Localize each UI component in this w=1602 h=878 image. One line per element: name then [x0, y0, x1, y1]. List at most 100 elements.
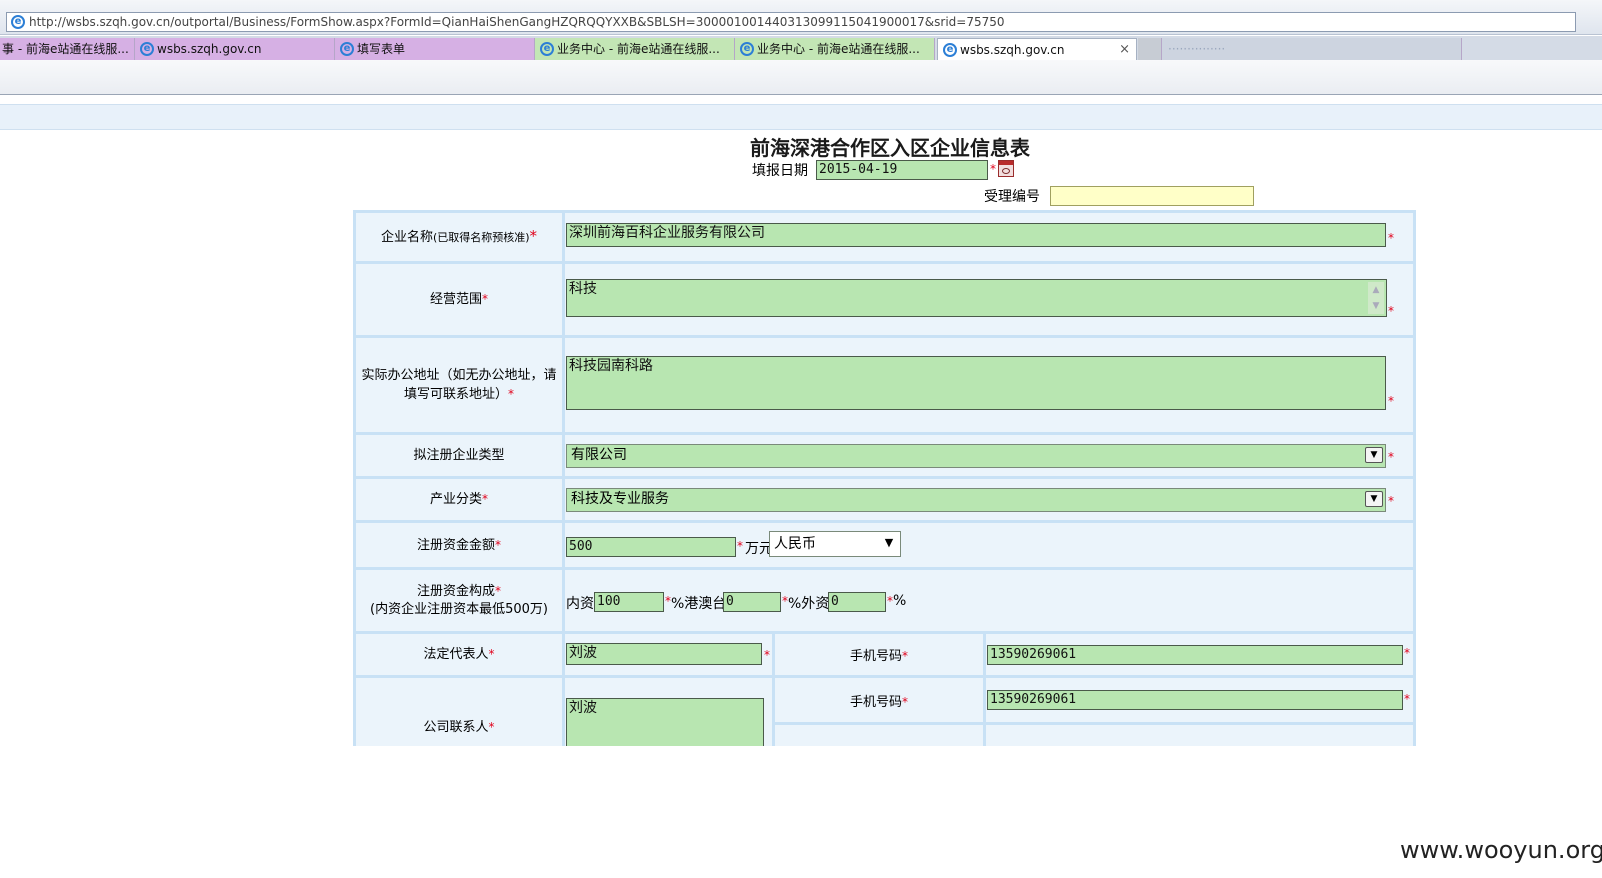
company-name-label: 企业名称 [380, 230, 433, 245]
tab-bar: 事 - 前海e站通在线服... e wsbs.szqh.gov.cn e 填写表… [0, 36, 1602, 60]
capital-value-cell: 500 * 万元 人民币 ▼ [562, 520, 1416, 570]
foreign-percent-input[interactable]: 0 [828, 592, 886, 612]
capital-structure-label-cell: 注册资金构成* (内资企业注册资本最低500万) [353, 567, 565, 634]
required-mark: * [1388, 450, 1394, 464]
row-company-type: 拟注册企业类型 有限公司 ▼ * [353, 432, 1416, 479]
tab-2[interactable]: e wsbs.szqh.gov.cn [135, 38, 335, 60]
tab-label: wsbs.szqh.gov.cn [960, 43, 1065, 57]
required-mark: * [488, 647, 495, 661]
domestic-percent-input[interactable]: 100 [594, 592, 664, 612]
legal-rep-label: 法定代表人 [423, 647, 489, 662]
row-legal-rep: 法定代表人* 刘波 * 手机号码* 13590269061 * [353, 631, 1416, 678]
required-mark: * [488, 720, 495, 734]
domestic-label: 内资 [566, 596, 594, 612]
industry-value-cell: 科技及专业服务 ▼ * [562, 476, 1416, 523]
contact-label: 公司联系人 [423, 720, 489, 735]
fill-date-input[interactable]: 2015-04-19 [816, 160, 988, 180]
row-capital-structure: 注册资金构成* (内资企业注册资本最低500万) 内资 100 * %港澳台 0… [353, 567, 1416, 634]
chevron-down-icon[interactable]: ▼ [1365, 447, 1383, 463]
phone-label: 手机号码 [849, 649, 902, 664]
calendar-icon[interactable] [998, 160, 1014, 177]
watermark-text: www.wooyun.org [1400, 836, 1602, 864]
required-mark: * [1388, 494, 1394, 508]
required-mark: * [737, 539, 743, 553]
business-scope-textarea[interactable]: 科技 ▲ ▼ [566, 279, 1387, 317]
legal-rep-phone-label-cell: 手机号码* [772, 631, 986, 678]
chevron-down-icon[interactable]: ▼ [1365, 491, 1383, 507]
row-office-address: 实际办公地址（如无办公地址，请填写可联系地址）* 科技园南科路 * [353, 335, 1416, 435]
capital-structure-value-cell: 内资 100 * %港澳台 0 * %外资 0 * % [562, 567, 1416, 634]
capital-label-cell: 注册资金金额* [353, 520, 565, 570]
scroll-arrows-icon[interactable]: ▲ ▼ [1368, 282, 1384, 314]
address-bar: e http://wsbs.szqh.gov.cn/outportal/Busi… [0, 0, 1602, 35]
contact-textarea[interactable]: 刘波 [566, 698, 764, 746]
office-address-value-cell: 科技园南科路 * [562, 335, 1416, 435]
tab-1[interactable]: 事 - 前海e站通在线服... [0, 38, 135, 60]
page-header-strip [0, 104, 1602, 130]
required-mark: * [508, 386, 514, 401]
tab-label: 业务中心 - 前海e站通在线服... [757, 42, 920, 56]
required-mark: * [1388, 304, 1394, 318]
required-mark: * [1404, 692, 1410, 706]
business-scope-text: 科技 [569, 281, 597, 297]
company-name-input[interactable]: 深圳前海百科企业服务有限公司 [566, 223, 1386, 247]
required-mark: * [482, 492, 488, 506]
url-input[interactable]: e http://wsbs.szqh.gov.cn/outportal/Busi… [6, 12, 1576, 32]
company-type-label-cell: 拟注册企业类型 [353, 432, 565, 479]
ie-tab-icon: e [943, 43, 957, 57]
hk-percent-input[interactable]: 0 [723, 592, 781, 612]
contact-value-cell: 刘波 [562, 675, 775, 746]
required-mark: * [495, 584, 501, 598]
industry-label-cell: 产业分类* [353, 476, 565, 523]
extra-label-cell [772, 722, 986, 746]
company-name-value-cell: 深圳前海百科企业服务有限公司 * [562, 210, 1416, 264]
form-title: 前海深港合作区入区企业信息表 [750, 136, 1030, 160]
legal-rep-phone-value-cell: 13590269061 * [983, 631, 1416, 678]
accept-no-label: 受理编号 [984, 189, 1040, 205]
tab-label: wsbs.szqh.gov.cn [157, 42, 262, 56]
tab-5[interactable]: e 业务中心 - 前海e站通在线服... [735, 38, 935, 60]
industry-selected: 科技及专业服务 [571, 491, 669, 507]
required-mark: * [1388, 394, 1394, 408]
office-address-textarea[interactable]: 科技园南科路 [566, 356, 1386, 410]
chevron-down-icon[interactable]: ▼ [880, 536, 898, 552]
row-company-name: 企业名称(已取得名称预核准)* 深圳前海百科企业服务有限公司 * [353, 210, 1416, 264]
business-scope-label-cell: 经营范围* [353, 261, 565, 338]
company-name-label-cell: 企业名称(已取得名称预核准)* [353, 210, 565, 264]
ie-page-icon: e [11, 15, 25, 29]
company-type-selected: 有限公司 [571, 447, 627, 463]
currency-select[interactable]: 人民币 ▼ [769, 531, 901, 557]
required-mark: * [529, 227, 538, 245]
capital-structure-label: 注册资金构成 [416, 584, 495, 599]
legal-rep-value-cell: 刘波 * [562, 631, 775, 678]
new-tab-button[interactable] [1138, 38, 1162, 60]
office-address-label: 实际办公地址（如无办公地址，请填写可联系地址） [361, 367, 557, 402]
close-tab-icon[interactable]: × [1119, 39, 1130, 60]
tab-label: 填写表单 [357, 42, 406, 56]
tab-label: 业务中心 - 前海e站通在线服... [557, 42, 720, 56]
row-business-scope: 经营范围* 科技 ▲ ▼ * [353, 261, 1416, 338]
company-type-select[interactable]: 有限公司 ▼ [566, 444, 1386, 468]
accept-no-input[interactable] [1050, 186, 1254, 206]
legal-rep-phone-input[interactable]: 13590269061 [987, 645, 1403, 665]
business-scope-label: 经营范围 [429, 292, 482, 307]
company-type-label: 拟注册企业类型 [413, 447, 505, 463]
required-mark: * [764, 648, 770, 662]
tab-blurred[interactable]: ··············· [1162, 38, 1462, 60]
tab-4[interactable]: e 业务中心 - 前海e站通在线服... [535, 38, 735, 60]
required-mark: * [495, 537, 501, 552]
foreign-label: %外资 [788, 596, 830, 612]
legal-rep-input[interactable]: 刘波 [566, 643, 762, 665]
row-contact: 公司联系人* 刘波 手机号码* 13590269061 * [353, 675, 1416, 746]
ie-tab-icon: e [740, 42, 754, 56]
contact-phone-input[interactable]: 13590269061 [987, 690, 1403, 710]
business-scope-value-cell: 科技 ▲ ▼ * [562, 261, 1416, 338]
tab-6-active[interactable]: e wsbs.szqh.gov.cn × [937, 38, 1137, 60]
industry-select[interactable]: 科技及专业服务 ▼ [566, 488, 1386, 512]
tab-3[interactable]: e 填写表单 [335, 38, 535, 60]
capital-amount-input[interactable]: 500 [566, 537, 736, 557]
required-mark: * [902, 694, 908, 709]
industry-label: 产业分类 [429, 492, 482, 507]
company-name-hint: (已取得名称预核准) [432, 231, 530, 244]
toolbar [0, 60, 1602, 95]
